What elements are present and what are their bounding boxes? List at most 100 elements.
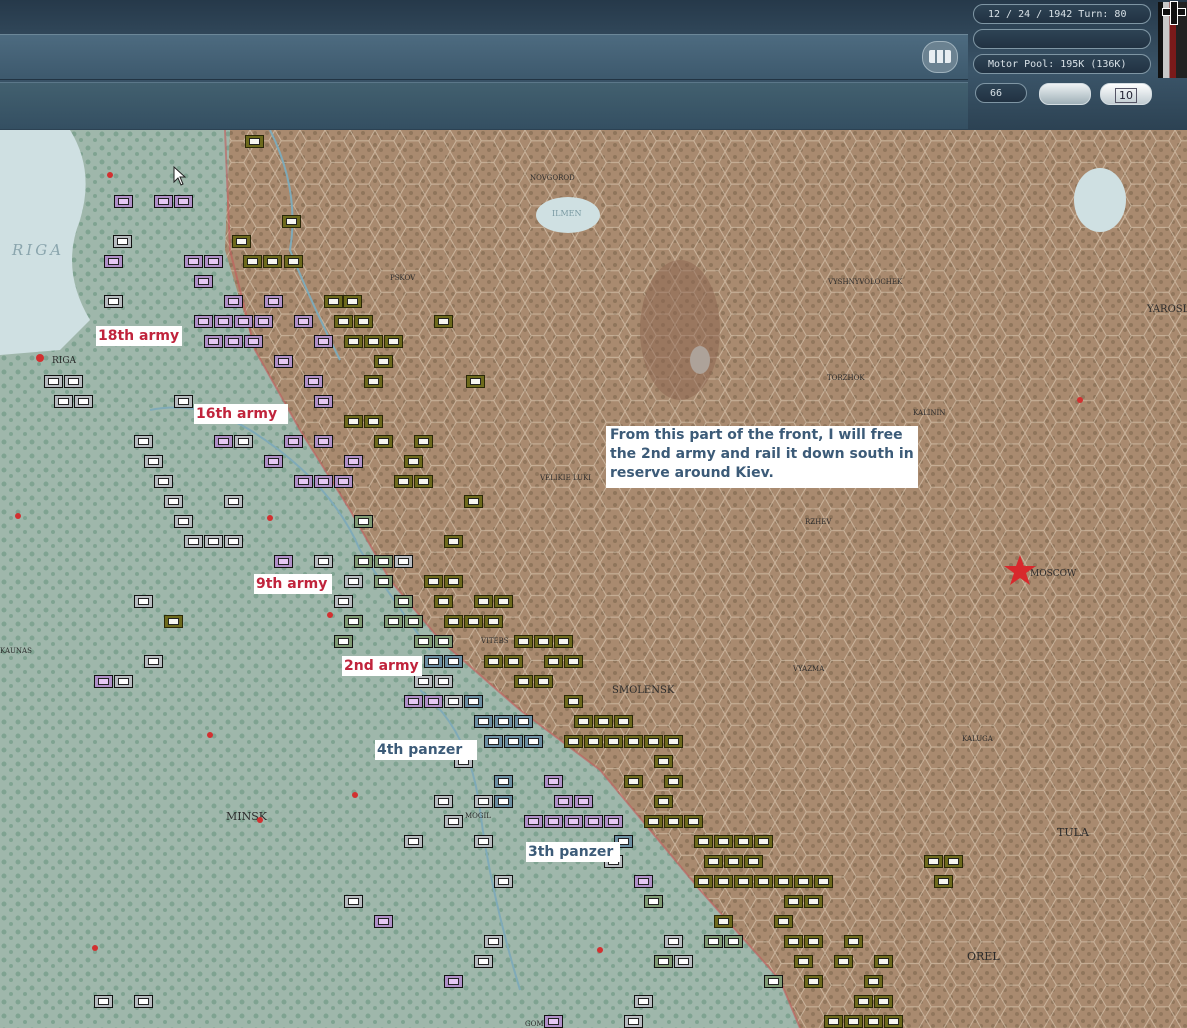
axis-unit-counter[interactable] (314, 335, 333, 348)
soviet-unit-counter[interactable] (794, 955, 813, 968)
axis-unit-counter[interactable] (314, 395, 333, 408)
axis-unit-counter[interactable] (224, 495, 243, 508)
soviet-unit-counter[interactable] (245, 135, 264, 148)
soviet-unit-counter[interactable] (564, 655, 583, 668)
soviet-unit-counter[interactable] (434, 595, 453, 608)
soviet-unit-counter[interactable] (574, 715, 593, 728)
axis-unit-counter[interactable] (184, 255, 203, 268)
axis-unit-counter[interactable] (264, 455, 283, 468)
soviet-unit-counter[interactable] (444, 535, 463, 548)
soviet-unit-counter[interactable] (594, 715, 613, 728)
soviet-unit-counter[interactable] (344, 415, 363, 428)
axis-unit-counter[interactable] (134, 995, 153, 1008)
axis-unit-counter[interactable] (394, 555, 413, 568)
axis-unit-counter[interactable] (674, 955, 693, 968)
soviet-unit-counter[interactable] (384, 335, 403, 348)
soviet-unit-counter[interactable] (754, 835, 773, 848)
axis-unit-counter[interactable] (234, 315, 253, 328)
soviet-unit-counter[interactable] (394, 475, 413, 488)
soviet-unit-counter[interactable] (824, 1015, 843, 1028)
soviet-unit-counter[interactable] (734, 835, 753, 848)
soviet-unit-counter[interactable] (744, 855, 763, 868)
axis-unit-counter[interactable] (174, 515, 193, 528)
axis-unit-counter[interactable] (54, 395, 73, 408)
axis-unit-counter[interactable] (464, 695, 483, 708)
axis-unit-counter[interactable] (374, 575, 393, 588)
soviet-unit-counter[interactable] (434, 315, 453, 328)
axis-unit-counter[interactable] (474, 715, 493, 728)
soviet-unit-counter[interactable] (654, 795, 673, 808)
soviet-unit-counter[interactable] (343, 295, 362, 308)
soviet-unit-counter[interactable] (534, 675, 553, 688)
axis-unit-counter[interactable] (224, 335, 243, 348)
axis-unit-counter[interactable] (434, 635, 453, 648)
soviet-unit-counter[interactable] (544, 655, 563, 668)
soviet-unit-counter[interactable] (534, 635, 553, 648)
axis-unit-counter[interactable] (554, 795, 573, 808)
axis-unit-counter[interactable] (204, 335, 223, 348)
axis-unit-counter[interactable] (64, 375, 83, 388)
axis-unit-counter[interactable] (484, 735, 503, 748)
soviet-unit-counter[interactable] (504, 655, 523, 668)
axis-unit-counter[interactable] (104, 295, 123, 308)
soviet-unit-counter[interactable] (464, 495, 483, 508)
axis-unit-counter[interactable] (654, 955, 673, 968)
axis-unit-counter[interactable] (484, 935, 503, 948)
soviet-unit-counter[interactable] (714, 835, 733, 848)
axis-unit-counter[interactable] (704, 935, 723, 948)
axis-unit-counter[interactable] (224, 535, 243, 548)
axis-unit-counter[interactable] (284, 435, 303, 448)
soviet-unit-counter[interactable] (564, 735, 583, 748)
axis-unit-counter[interactable] (174, 195, 193, 208)
axis-unit-counter[interactable] (344, 895, 363, 908)
soviet-unit-counter[interactable] (804, 975, 823, 988)
soviet-unit-counter[interactable] (944, 855, 963, 868)
soviet-unit-counter[interactable] (924, 855, 943, 868)
axis-unit-counter[interactable] (314, 435, 333, 448)
terrain-layer[interactable]: RIGA NOVGOROD ILMEN PSKOV VYSHNYVOLOCHEK… (0, 130, 1187, 1028)
soviet-unit-counter[interactable] (804, 935, 823, 948)
soviet-unit-counter[interactable] (364, 335, 383, 348)
axis-unit-counter[interactable] (514, 715, 533, 728)
soviet-unit-counter[interactable] (794, 875, 813, 888)
soviet-unit-counter[interactable] (774, 915, 793, 928)
soviet-unit-counter[interactable] (164, 615, 183, 628)
soviet-unit-counter[interactable] (232, 235, 251, 248)
axis-unit-counter[interactable] (194, 315, 213, 328)
soviet-unit-counter[interactable] (704, 855, 723, 868)
axis-unit-counter[interactable] (44, 375, 63, 388)
soviet-unit-counter[interactable] (724, 855, 743, 868)
axis-unit-counter[interactable] (344, 575, 363, 588)
soviet-unit-counter[interactable] (844, 935, 863, 948)
soviet-unit-counter[interactable] (664, 775, 683, 788)
soviet-unit-counter[interactable] (614, 715, 633, 728)
axis-unit-counter[interactable] (334, 595, 353, 608)
soviet-unit-counter[interactable] (604, 735, 623, 748)
axis-unit-counter[interactable] (424, 695, 443, 708)
soviet-unit-counter[interactable] (624, 735, 643, 748)
weather-button[interactable] (1039, 83, 1091, 105)
axis-unit-counter[interactable] (304, 375, 323, 388)
soviet-unit-counter[interactable] (784, 895, 803, 908)
soviet-unit-counter[interactable] (864, 975, 883, 988)
axis-unit-counter[interactable] (624, 1015, 643, 1028)
soviet-unit-counter[interactable] (514, 635, 533, 648)
axis-unit-counter[interactable] (544, 1015, 563, 1028)
axis-unit-counter[interactable] (604, 815, 623, 828)
axis-unit-counter[interactable] (113, 235, 132, 248)
soviet-unit-counter[interactable] (734, 875, 753, 888)
soviet-unit-counter[interactable] (834, 955, 853, 968)
soviet-unit-counter[interactable] (374, 355, 393, 368)
soviet-unit-counter[interactable] (284, 255, 303, 268)
soviet-unit-counter[interactable] (874, 995, 893, 1008)
axis-unit-counter[interactable] (374, 555, 393, 568)
soviet-unit-counter[interactable] (414, 435, 433, 448)
soviet-unit-counter[interactable] (474, 595, 493, 608)
soviet-unit-counter[interactable] (564, 695, 583, 708)
axis-unit-counter[interactable] (404, 835, 423, 848)
axis-unit-counter[interactable] (494, 715, 513, 728)
soviet-unit-counter[interactable] (466, 375, 485, 388)
axis-unit-counter[interactable] (144, 655, 163, 668)
soviet-unit-counter[interactable] (484, 655, 503, 668)
soviet-unit-counter[interactable] (884, 1015, 903, 1028)
